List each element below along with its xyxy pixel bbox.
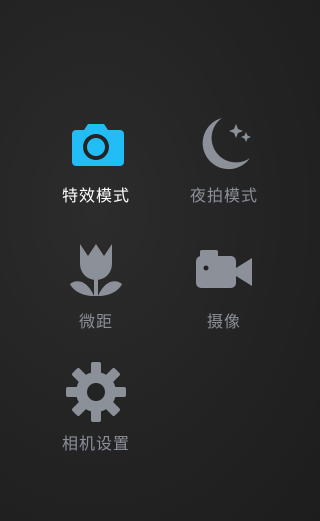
camera-mode-menu: 特效模式 夜拍模式 微距 摄像 相机设置 [0, 0, 319, 521]
camera-icon [72, 124, 124, 166]
gear-icon [66, 362, 126, 422]
camera-settings-button[interactable]: 相机设置 [36, 360, 156, 460]
mode-label: 相机设置 [61, 434, 130, 453]
mode-label: 特效模式 [61, 186, 130, 205]
mode-label: 摄像 [206, 312, 241, 331]
mode-label: 微距 [78, 312, 113, 331]
night-mode-button[interactable]: 夜拍模式 [164, 112, 284, 212]
video-mode-button[interactable]: 摄像 [164, 238, 284, 338]
tulip-icon [70, 244, 122, 296]
macro-mode-button[interactable]: 微距 [36, 238, 156, 338]
moon-stars-icon [202, 118, 251, 170]
video-camera-icon [196, 250, 252, 288]
special-effects-mode-button[interactable]: 特效模式 [36, 112, 156, 212]
mode-label: 夜拍模式 [189, 186, 258, 205]
